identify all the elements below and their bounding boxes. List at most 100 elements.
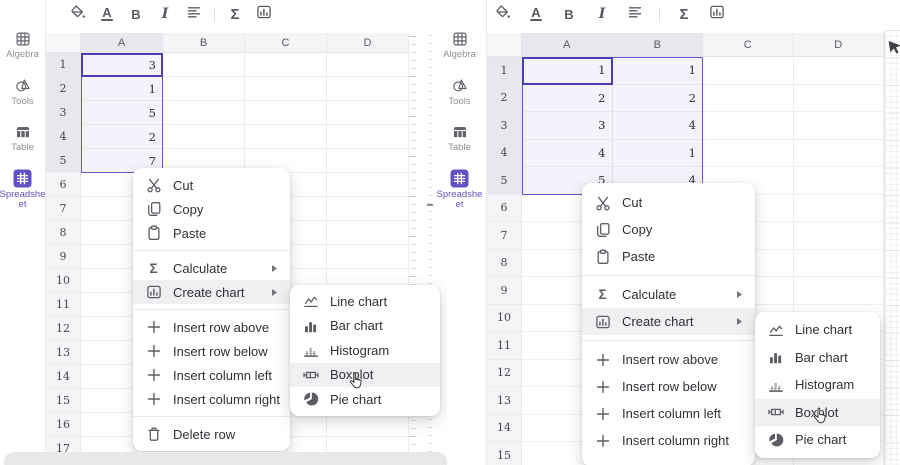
create-chart-button[interactable] [255, 5, 273, 23]
align-button[interactable] [626, 5, 644, 23]
cell-D5[interactable] [794, 167, 885, 195]
row-header-6[interactable]: 6 [487, 195, 522, 223]
cell-A3[interactable]: 3 [522, 112, 613, 140]
cell-C3[interactable] [703, 112, 794, 140]
menu-item-pie-chart[interactable]: Pie chart [755, 426, 880, 454]
calculate-button[interactable]: Σ [226, 5, 244, 23]
menu-item-create-chart[interactable]: Create chart [133, 280, 290, 304]
cell-B2[interactable] [163, 77, 245, 101]
cell-D7[interactable] [327, 197, 409, 221]
menu-item-boxplot[interactable]: Boxplot [755, 399, 880, 427]
column-header-B[interactable]: B [163, 33, 245, 53]
row-header-3[interactable]: 3 [487, 112, 522, 140]
row-header-1[interactable]: 1 [46, 53, 81, 77]
menu-item-insert-column-right[interactable]: Insert column right [582, 427, 755, 454]
cell-D1[interactable] [327, 53, 409, 77]
cell-C2[interactable] [245, 77, 327, 101]
cell-A4[interactable]: 4 [522, 140, 613, 168]
row-header-5[interactable]: 5 [46, 149, 81, 173]
menu-item-paste[interactable]: Paste [133, 221, 290, 245]
cell-A3[interactable]: 5 [81, 101, 163, 125]
cell-D9[interactable] [327, 245, 409, 269]
cell-D3[interactable] [794, 112, 885, 140]
cell-B4[interactable]: 1 [613, 140, 704, 168]
cell-B1[interactable]: 1 [613, 57, 704, 85]
menu-item-insert-column-right[interactable]: Insert column right [133, 387, 290, 411]
cell-D6[interactable] [794, 195, 885, 223]
menu-item-copy[interactable]: Copy [133, 197, 290, 221]
cell-C1[interactable] [703, 57, 794, 85]
row-header-13[interactable]: 13 [46, 341, 81, 365]
column-header-A[interactable]: A [81, 33, 163, 53]
row-header-9[interactable]: 9 [46, 245, 81, 269]
menu-item-paste[interactable]: Paste [582, 243, 755, 270]
sidebar-item-spreadsheet[interactable]: Spreadsheet [0, 169, 49, 211]
sidebar-item-algebra[interactable]: Algebra [0, 29, 49, 61]
row-header-4[interactable]: 4 [46, 125, 81, 149]
cell-C4[interactable] [245, 125, 327, 149]
menu-item-cut[interactable]: Cut [582, 189, 755, 216]
row-header-9[interactable]: 9 [487, 277, 522, 305]
sidebar-item-algebra[interactable]: Algebra [434, 29, 486, 61]
row-header-11[interactable]: 11 [46, 293, 81, 317]
cell-A1[interactable]: 1 [522, 57, 613, 85]
sidebar-item-spreadsheet[interactable]: Spreadsheet [434, 169, 486, 211]
sidebar-item-tools[interactable]: Tools [0, 76, 49, 108]
italic-button[interactable]: I [156, 5, 174, 23]
cell-D5[interactable] [327, 149, 409, 173]
menu-item-pie-chart[interactable]: Pie chart [290, 387, 440, 412]
column-header-D[interactable]: D [794, 33, 885, 57]
menu-item-insert-row-above[interactable]: Insert row above [133, 315, 290, 339]
row-header-15[interactable]: 15 [487, 442, 522, 465]
menu-item-line-chart[interactable]: Line chart [755, 316, 880, 344]
cell-D8[interactable] [794, 250, 885, 278]
cell-C2[interactable] [703, 85, 794, 113]
cell-B1[interactable] [163, 53, 245, 77]
row-header-7[interactable]: 7 [46, 197, 81, 221]
row-header-4[interactable]: 4 [487, 140, 522, 168]
cell-D4[interactable] [794, 140, 885, 168]
menu-item-insert-column-left[interactable]: Insert column left [582, 400, 755, 427]
menu-item-copy[interactable]: Copy [582, 216, 755, 243]
bold-button[interactable]: B [127, 5, 145, 23]
row-header-5[interactable]: 5 [487, 167, 522, 195]
row-header-8[interactable]: 8 [46, 221, 81, 245]
row-header-2[interactable]: 2 [487, 85, 522, 113]
text-color-button[interactable]: A [98, 5, 116, 23]
cell-B2[interactable]: 2 [613, 85, 704, 113]
cell-D6[interactable] [327, 173, 409, 197]
sidebar-item-tools[interactable]: Tools [434, 76, 486, 108]
row-header-7[interactable]: 7 [487, 222, 522, 250]
cell-D2[interactable] [327, 77, 409, 101]
cell-D3[interactable] [327, 101, 409, 125]
cell-B3[interactable]: 4 [613, 112, 704, 140]
cell-A4[interactable]: 2 [81, 125, 163, 149]
row-header-10[interactable]: 10 [46, 269, 81, 293]
cell-D7[interactable] [794, 222, 885, 250]
column-header-A[interactable]: A [522, 33, 613, 57]
row-header-13[interactable]: 13 [487, 387, 522, 415]
menu-item-delete-row[interactable]: Delete row [133, 422, 290, 446]
text-color-button[interactable]: A [527, 5, 545, 23]
menu-item-create-chart[interactable]: Create chart [582, 308, 755, 335]
menu-item-insert-row-below[interactable]: Insert row below [133, 339, 290, 363]
cell-C4[interactable] [703, 140, 794, 168]
menu-item-cut[interactable]: Cut [133, 173, 290, 197]
menu-item-line-chart[interactable]: Line chart [290, 289, 440, 314]
column-header-B[interactable]: B [613, 33, 704, 57]
cell-B3[interactable] [163, 101, 245, 125]
row-header-14[interactable]: 14 [487, 415, 522, 443]
menu-item-boxplot[interactable]: Boxplot [290, 363, 440, 388]
cell-D4[interactable] [327, 125, 409, 149]
cell-D16[interactable] [327, 413, 409, 437]
menu-item-histogram[interactable]: Histogram [290, 338, 440, 363]
column-header-C[interactable]: C [245, 33, 327, 53]
create-chart-button[interactable] [708, 5, 726, 23]
sidebar-item-table[interactable]: Table [0, 122, 49, 154]
menu-item-calculate[interactable]: ΣCalculate [582, 281, 755, 308]
menu-item-bar-chart[interactable]: Bar chart [290, 314, 440, 339]
cell-A2[interactable]: 1 [81, 77, 163, 101]
sidebar-item-table[interactable]: Table [434, 122, 486, 154]
row-header-15[interactable]: 15 [46, 389, 81, 413]
italic-button[interactable]: I [593, 5, 611, 23]
